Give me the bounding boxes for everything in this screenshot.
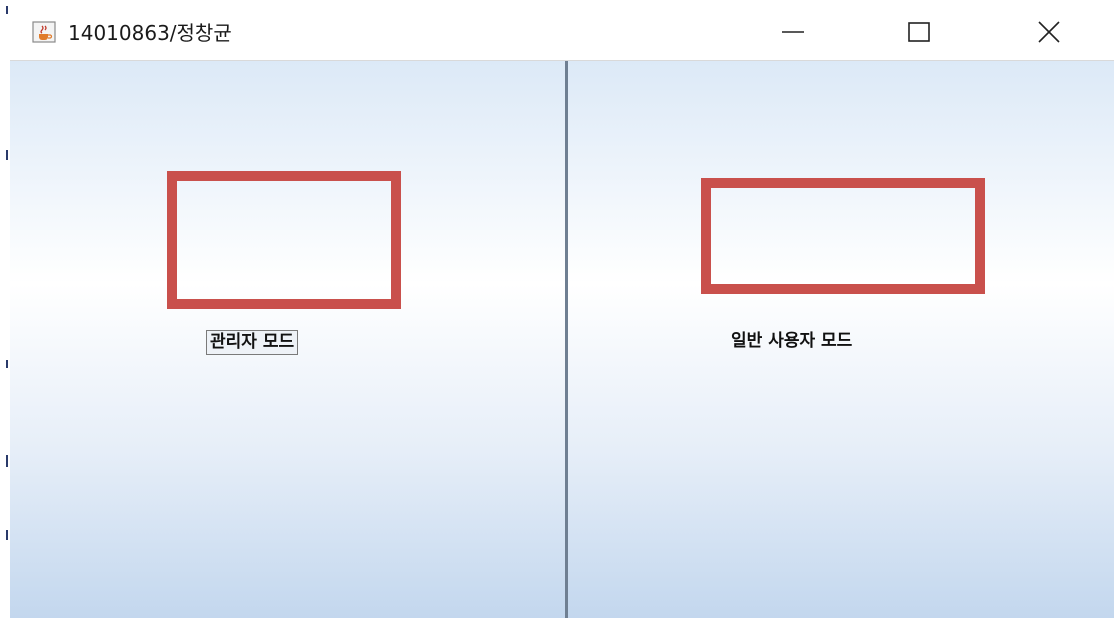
close-button[interactable] bbox=[1014, 8, 1084, 60]
user-image-placeholder bbox=[701, 178, 985, 294]
maximize-icon bbox=[906, 19, 932, 49]
minimize-icon bbox=[780, 19, 806, 49]
user-panel: 일반 사용자 모드 bbox=[568, 61, 1114, 618]
admin-panel: 관리자 모드 bbox=[10, 61, 565, 618]
title-bar[interactable]: 14010863/정창균 bbox=[10, 8, 1114, 61]
edge-mark bbox=[6, 530, 8, 540]
window-title: 14010863/정창균 bbox=[68, 21, 232, 45]
maximize-button[interactable] bbox=[884, 8, 954, 60]
application-window: 14010863/정창균 관리자 모드 일반 사용자 모드 bbox=[0, 0, 1114, 618]
edge-mark bbox=[6, 150, 8, 160]
admin-mode-button[interactable]: 관리자 모드 bbox=[206, 330, 299, 355]
close-icon bbox=[1036, 19, 1062, 49]
minimize-button[interactable] bbox=[758, 8, 828, 60]
admin-image-placeholder bbox=[167, 171, 401, 309]
java-cup-icon bbox=[32, 20, 56, 44]
edge-mark bbox=[6, 6, 8, 14]
edge-mark bbox=[6, 360, 8, 368]
user-mode-button[interactable]: 일반 사용자 모드 bbox=[731, 330, 852, 355]
edge-mark bbox=[6, 455, 8, 467]
content-area: 관리자 모드 일반 사용자 모드 bbox=[10, 61, 1114, 618]
background-window-edge bbox=[0, 0, 10, 618]
